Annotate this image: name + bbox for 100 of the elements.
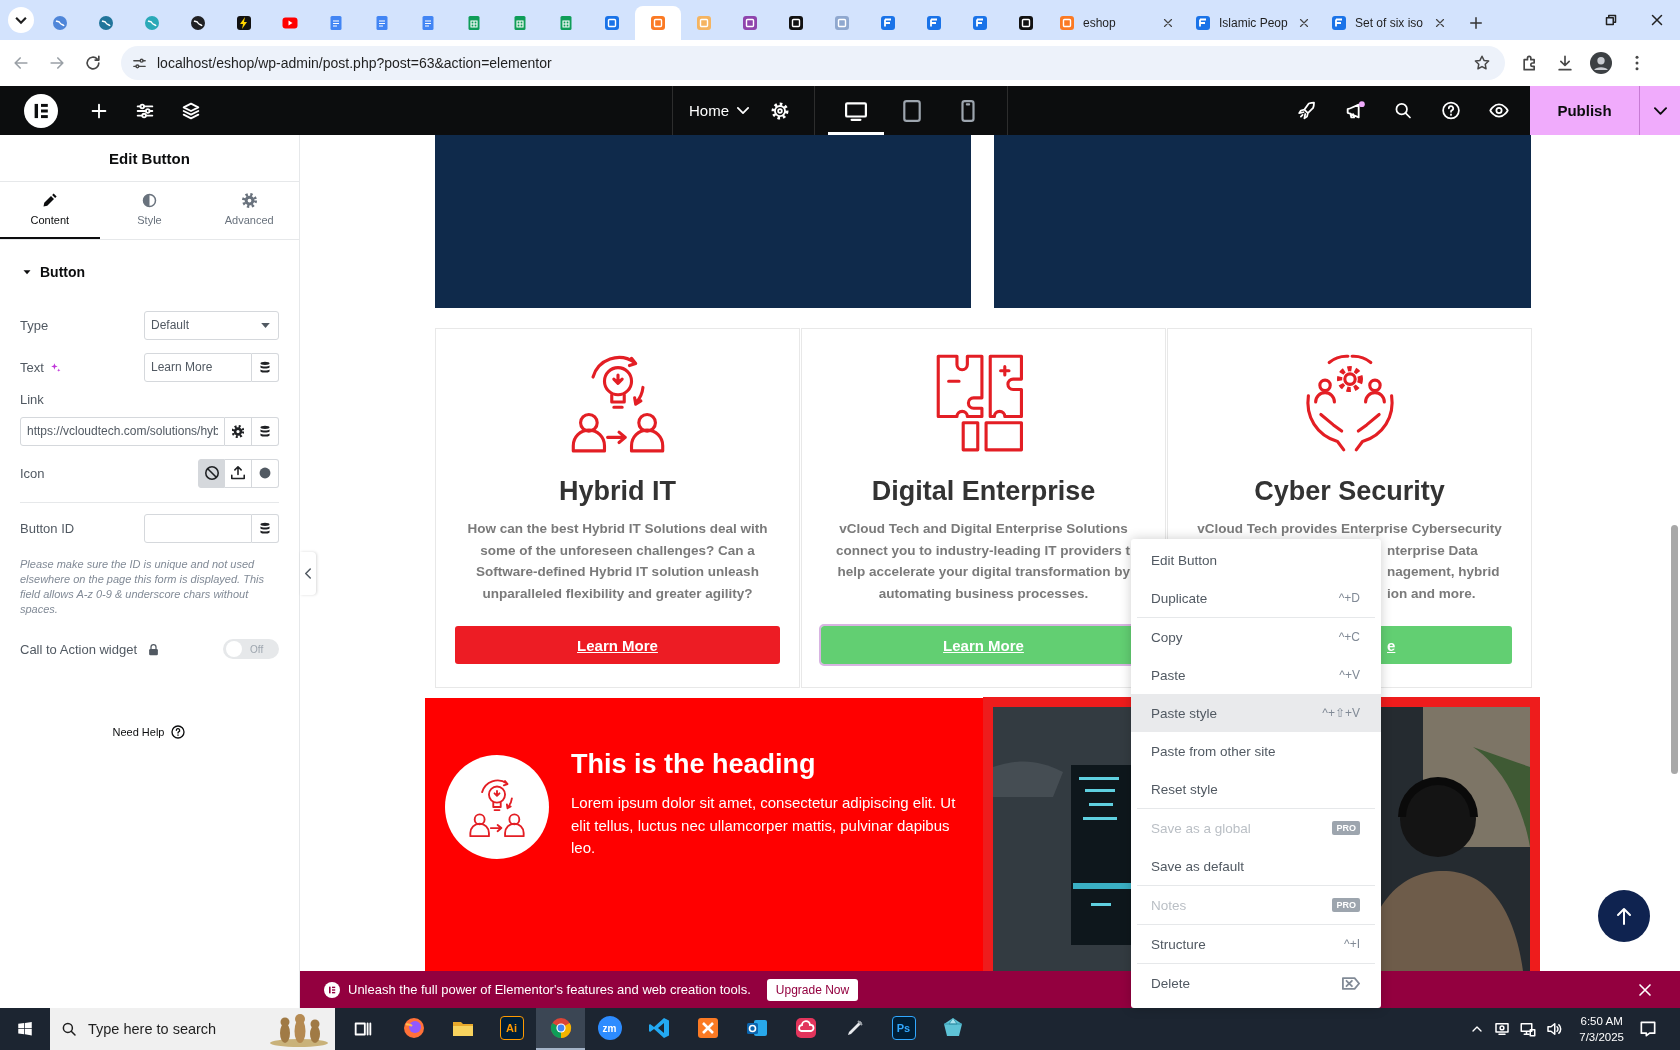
pro-badge: PRO [1332, 898, 1360, 912]
contrast-icon [142, 193, 157, 208]
publish-button[interactable]: Publish [1530, 86, 1639, 135]
menu-item[interactable]: Paste style ^+⇧+V [1131, 694, 1381, 732]
learn-more-button[interactable]: Learn More [455, 626, 780, 664]
clock-date[interactable]: 7/3/2025 [1579, 1029, 1624, 1045]
field-label: Button ID [20, 520, 75, 536]
text-field[interactable]: Learn More [144, 352, 252, 382]
browser-tab[interactable]: eshop [1049, 6, 1185, 40]
card-text: vCloud Tech provides Enterprise Cybersecurity [1197, 520, 1502, 538]
app-tile: zm [597, 1016, 622, 1040]
chevron-down-icon [1653, 106, 1667, 115]
dynamic-tags-button[interactable] [252, 416, 279, 446]
collapse-panel-button[interactable] [300, 552, 316, 595]
field-label: Text [20, 359, 44, 375]
notifications-icon[interactable] [1638, 1019, 1658, 1039]
field-label: Call to Action widget [20, 641, 138, 657]
ai-sparkle-icon[interactable] [48, 360, 62, 374]
gear-icon [241, 193, 257, 208]
search-field[interactable]: Type here to search [50, 1008, 335, 1050]
scroll-top-button[interactable] [1598, 890, 1650, 942]
help-text: Please make sure the ID is unique and not used elsewhere on the page this form is displayed. This field allows A-z 0-9 & underscore chars without spaces. [19, 557, 265, 617]
panel-tab[interactable]: Content [0, 182, 100, 239]
search-highlight-icon [269, 1013, 329, 1047]
button-id-field[interactable] [144, 513, 252, 543]
menu-item[interactable]: Structure ^+I [1131, 925, 1381, 963]
panel-tab[interactable]: Advanced [199, 182, 299, 239]
shortcut-text: ^+V [1339, 668, 1360, 682]
menu-item[interactable]: Save as default [1131, 847, 1381, 885]
circle-icon [258, 466, 272, 480]
no-icon-option[interactable] [198, 458, 225, 488]
close-icon[interactable] [1433, 16, 1447, 30]
type-select[interactable]: Default [144, 310, 279, 340]
field-label: Link [20, 391, 44, 407]
tablet-icon [901, 99, 923, 122]
dynamic-tags-button[interactable] [252, 352, 279, 382]
card-text: automating business processes. [878, 584, 1089, 603]
desktop-icon [845, 99, 867, 122]
chevron-down-icon [737, 107, 749, 114]
card-text: help accelerate your digital transformation by [837, 563, 1130, 581]
card-text: vCloud Tech and Digital Enterprise Solutions [839, 520, 1128, 538]
avatar-icon[interactable] [1590, 52, 1612, 74]
app-tile: Ai [499, 1016, 524, 1040]
panel-tab[interactable]: Style [99, 182, 200, 239]
chevron-left-icon [305, 568, 311, 579]
card-text: ion and more. [1387, 584, 1476, 603]
database-icon [259, 521, 271, 535]
section-heading: This is the heading [571, 749, 817, 780]
download-icon[interactable] [1555, 53, 1575, 73]
display-icon[interactable] [1493, 1020, 1512, 1038]
browser-icon [401, 1016, 426, 1040]
upgrade-button[interactable]: Upgrade Now [766, 978, 859, 1001]
tab-search-icon[interactable] [8, 7, 34, 33]
code-editor-icon [646, 1016, 671, 1040]
section-header[interactable]: Button [0, 240, 299, 304]
shortcut-text: ^+C [1338, 630, 1360, 644]
taskbar-button[interactable]: Ai [487, 1008, 536, 1050]
card-text: Software-defined Hybrid IT solution unleash [476, 563, 759, 581]
clock-time[interactable]: 6:50 AM [1580, 1013, 1623, 1029]
browser-tab[interactable]: Islamic Peop [1185, 6, 1321, 40]
menu-item[interactable]: Delete [1131, 964, 1381, 1002]
address-bar[interactable]: localhost/eshop/wp-admin/post.php?post=63&action=elementor [121, 46, 1505, 80]
shortcut-text: ^+I [1344, 937, 1360, 951]
network-icon[interactable] [1519, 1020, 1538, 1038]
menu-item[interactable]: Paste from other site [1131, 732, 1381, 770]
help-icon[interactable] [170, 724, 187, 740]
app-tile: Ps [891, 1016, 916, 1040]
reload-icon[interactable] [83, 53, 103, 73]
menu-item[interactable]: Duplicate ^+D [1131, 579, 1381, 617]
field-label: Icon [20, 465, 45, 481]
upload-icon-option[interactable] [225, 458, 252, 488]
close-icon[interactable] [1297, 16, 1311, 30]
volume-icon[interactable] [1545, 1020, 1564, 1038]
menu-item[interactable]: Edit Button [1131, 541, 1381, 579]
new-tab-icon[interactable] [1467, 14, 1485, 32]
bookmark-star-icon[interactable] [1473, 54, 1491, 72]
cloud-icon [793, 1016, 818, 1040]
help-link[interactable]: Need Help [112, 726, 165, 738]
scrollbar[interactable] [1671, 525, 1678, 774]
caret-icon [261, 322, 270, 328]
elementor-logo-icon[interactable] [24, 93, 58, 128]
card-title: Cyber Security [1253, 476, 1446, 508]
browser-tab[interactable]: Set of six iso [1321, 6, 1457, 40]
dynamic-tags-button[interactable] [252, 513, 279, 543]
icon-library-option[interactable] [252, 458, 279, 488]
page-selector[interactable]: Home [689, 102, 749, 119]
section-text: Lorem ipsum dolor sit amet, consectetur adipiscing elit. Ut elit tellus, luctus nec ullamcorper mattis, pulvinar dapibus leo. [571, 793, 957, 858]
card-title: Digital Enterprise [870, 476, 1097, 508]
app-icon [695, 1016, 720, 1040]
panel-title: Edit Button [0, 135, 299, 182]
field-label: Type [20, 317, 49, 333]
menu-item[interactable]: Reset style [1131, 770, 1381, 808]
card-text: some of the unforeseen challenges? Can a [480, 541, 755, 560]
link-options-button[interactable] [225, 416, 252, 446]
url-text: localhost/eshop/wp-admin/post.php?post=63&action=elementor [157, 55, 552, 71]
card-text: nterprise Data [1387, 541, 1478, 560]
database-icon [259, 424, 271, 438]
card-title: Hybrid IT [558, 476, 677, 508]
taskbar-button[interactable]: Ps [879, 1008, 928, 1050]
close-icon[interactable] [1161, 16, 1175, 30]
